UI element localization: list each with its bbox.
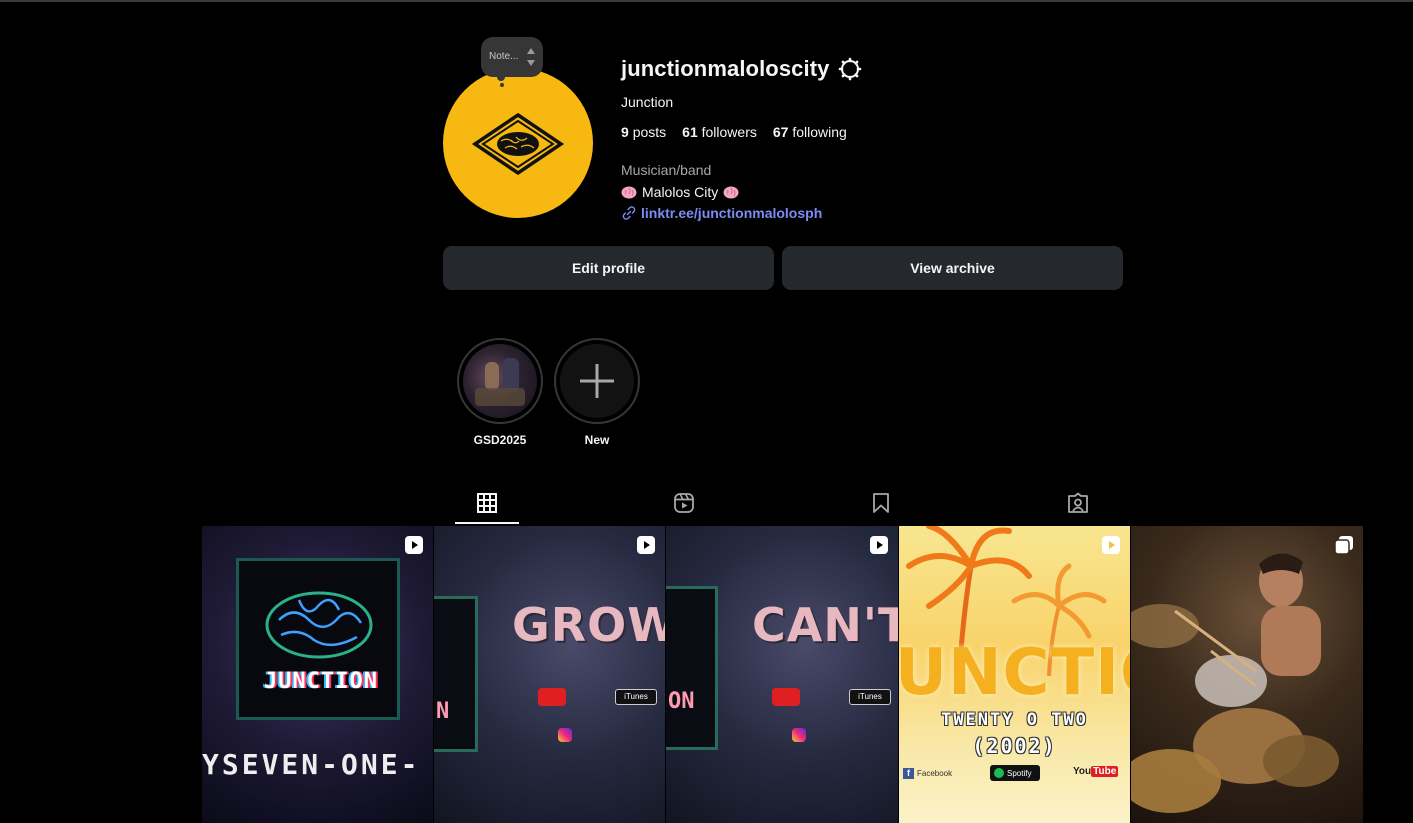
post-title: UNCTIO [899, 636, 1130, 710]
reel-icon [405, 536, 423, 554]
facebook-icon: f [903, 768, 914, 779]
itunes-badge: iTunes [849, 689, 891, 705]
post-5[interactable] [1131, 526, 1363, 823]
post-4[interactable]: UNCTIO TWENTY O TWO (2002) f Facebook Sp… [899, 526, 1130, 823]
drummer-photo [1131, 553, 1339, 813]
youtube-logo-tube: Tube [1091, 766, 1119, 777]
highlight-label: New [584, 433, 610, 447]
window-top-border [0, 0, 1413, 2]
post-year: (2002) [972, 734, 1057, 758]
profile-category: Musician/band [621, 162, 712, 178]
spotify-label: Spotify [1007, 768, 1032, 778]
profile-username: junctionmaloloscity [621, 56, 830, 81]
following-stat[interactable]: 67 following [773, 124, 847, 140]
bio-text: Malolos City [642, 184, 719, 200]
tagged-icon [1068, 492, 1088, 513]
instagram-icon [792, 728, 806, 742]
spotify-badge: Spotify [990, 765, 1040, 781]
post-3[interactable]: ON CAN'T H iTunes [666, 526, 898, 823]
note-scroll-icon [527, 48, 535, 66]
plus-icon [580, 364, 614, 398]
new-highlight-button[interactable]: New [554, 338, 640, 447]
reel-icon [1102, 536, 1120, 554]
post-2[interactable]: N GROWN iTunes [434, 526, 665, 823]
bookmark-icon [873, 493, 889, 513]
youtube-logo-you: You [1073, 766, 1092, 777]
reel-icon [870, 536, 888, 554]
post-side-text: ON [668, 689, 695, 714]
carousel-icon [1335, 536, 1353, 554]
profile-bio: Malolos City [621, 184, 739, 200]
posts-stat: 9 posts [621, 124, 667, 140]
spotify-icon [994, 768, 1004, 778]
highlight-thumbnail [463, 344, 537, 418]
brain-emoji-icon [621, 186, 637, 198]
tab-posts[interactable] [455, 486, 519, 524]
edit-profile-button[interactable]: Edit profile [443, 246, 774, 290]
profile-note-bubble[interactable]: Note... [481, 37, 543, 87]
post-thumbnail: ON [666, 586, 718, 750]
post-thumbnail: JUNCTION [236, 558, 400, 720]
link-text: linktr.ee/junctionmalolosph [641, 205, 823, 221]
brain-logo-icon [265, 591, 373, 659]
note-placeholder: Note... [489, 51, 519, 62]
tab-saved[interactable] [849, 486, 913, 524]
profile-stats: 9 posts 61 followers 67 following [621, 124, 847, 140]
post-1[interactable]: JUNCTION YSEVEN-ONE- [202, 526, 433, 823]
post-title: GROWN [512, 598, 665, 652]
link-icon [622, 206, 636, 220]
youtube-icon [772, 688, 800, 706]
profile-external-link[interactable]: linktr.ee/junctionmalolosph [621, 205, 822, 221]
instagram-icon [558, 728, 572, 742]
post-title: JUNCTION [264, 669, 378, 694]
itunes-badge: iTunes [615, 689, 657, 705]
settings-gear-icon[interactable] [838, 57, 862, 81]
grid-icon [477, 493, 497, 513]
post-subtitle: TWENTY O TWO [941, 710, 1088, 730]
reels-icon [674, 493, 694, 513]
post-caption: YSEVEN-ONE- [202, 748, 421, 781]
facebook-link-badge: f Facebook [903, 768, 952, 779]
followers-stat[interactable]: 61 followers [682, 124, 757, 140]
facebook-label: Facebook [917, 769, 953, 778]
profile-full-name: Junction [621, 94, 674, 110]
post-thumbnail: N [434, 596, 478, 752]
brain-crossing-sign-logo [471, 113, 565, 175]
highlight-label: GSD2025 [473, 433, 527, 447]
highlight-gsd2025[interactable]: GSD2025 [457, 338, 543, 447]
profile-avatar[interactable] [443, 68, 593, 218]
post-side-text: N [436, 699, 450, 724]
tab-reels[interactable] [652, 486, 716, 524]
youtube-logo: You Tube [1073, 766, 1119, 777]
view-archive-button[interactable]: View archive [782, 246, 1123, 290]
reel-icon [637, 536, 655, 554]
tab-tagged[interactable] [1046, 486, 1110, 524]
brain-emoji-icon [723, 186, 739, 198]
youtube-icon [538, 688, 566, 706]
post-title: CAN'T H [752, 598, 898, 652]
